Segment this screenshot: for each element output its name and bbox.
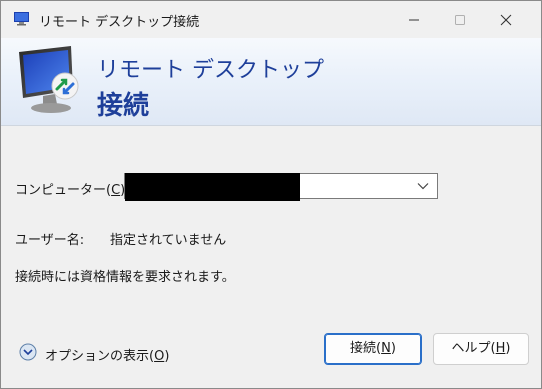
remote-desktop-monitor-icon bbox=[19, 46, 79, 113]
username-label: ユーザー名: bbox=[15, 233, 85, 248]
show-options-label: オプションの表示(O) bbox=[45, 349, 170, 364]
redacted-computer-name bbox=[125, 173, 300, 201]
banner-title-line1: リモート デスクトップ bbox=[97, 58, 324, 83]
computer-combobox[interactable] bbox=[124, 173, 438, 201]
remote-desktop-window: リモート デスクトップ接続 リモート デスクトップ 接続 コンピューター(C ユ… bbox=[0, 0, 542, 389]
credential-prompt-note: 接続時には資格情報を要求されます。 bbox=[15, 270, 235, 285]
banner-title-line2: 接続 bbox=[97, 91, 150, 121]
close-button[interactable] bbox=[483, 1, 529, 38]
chevron-down-icon[interactable] bbox=[417, 182, 429, 190]
maximize-button[interactable] bbox=[437, 1, 483, 38]
help-button[interactable]: ヘルプ(H) bbox=[433, 333, 529, 365]
close-icon bbox=[500, 14, 512, 26]
remote-desktop-app-icon bbox=[14, 12, 29, 26]
header-banner: リモート デスクトップ 接続 bbox=[1, 38, 541, 126]
connect-button[interactable]: 接続(N) bbox=[324, 333, 422, 365]
window-title: リモート デスクトップ接続 bbox=[39, 15, 200, 30]
minimize-button[interactable] bbox=[391, 1, 437, 38]
title-bar: リモート デスクトップ接続 bbox=[1, 1, 541, 38]
expand-circle-icon bbox=[19, 343, 37, 361]
username-value: 指定されていません bbox=[110, 233, 227, 248]
minimize-icon bbox=[409, 19, 419, 21]
maximize-icon bbox=[455, 15, 465, 25]
computer-label: コンピューター(C): bbox=[15, 183, 130, 198]
